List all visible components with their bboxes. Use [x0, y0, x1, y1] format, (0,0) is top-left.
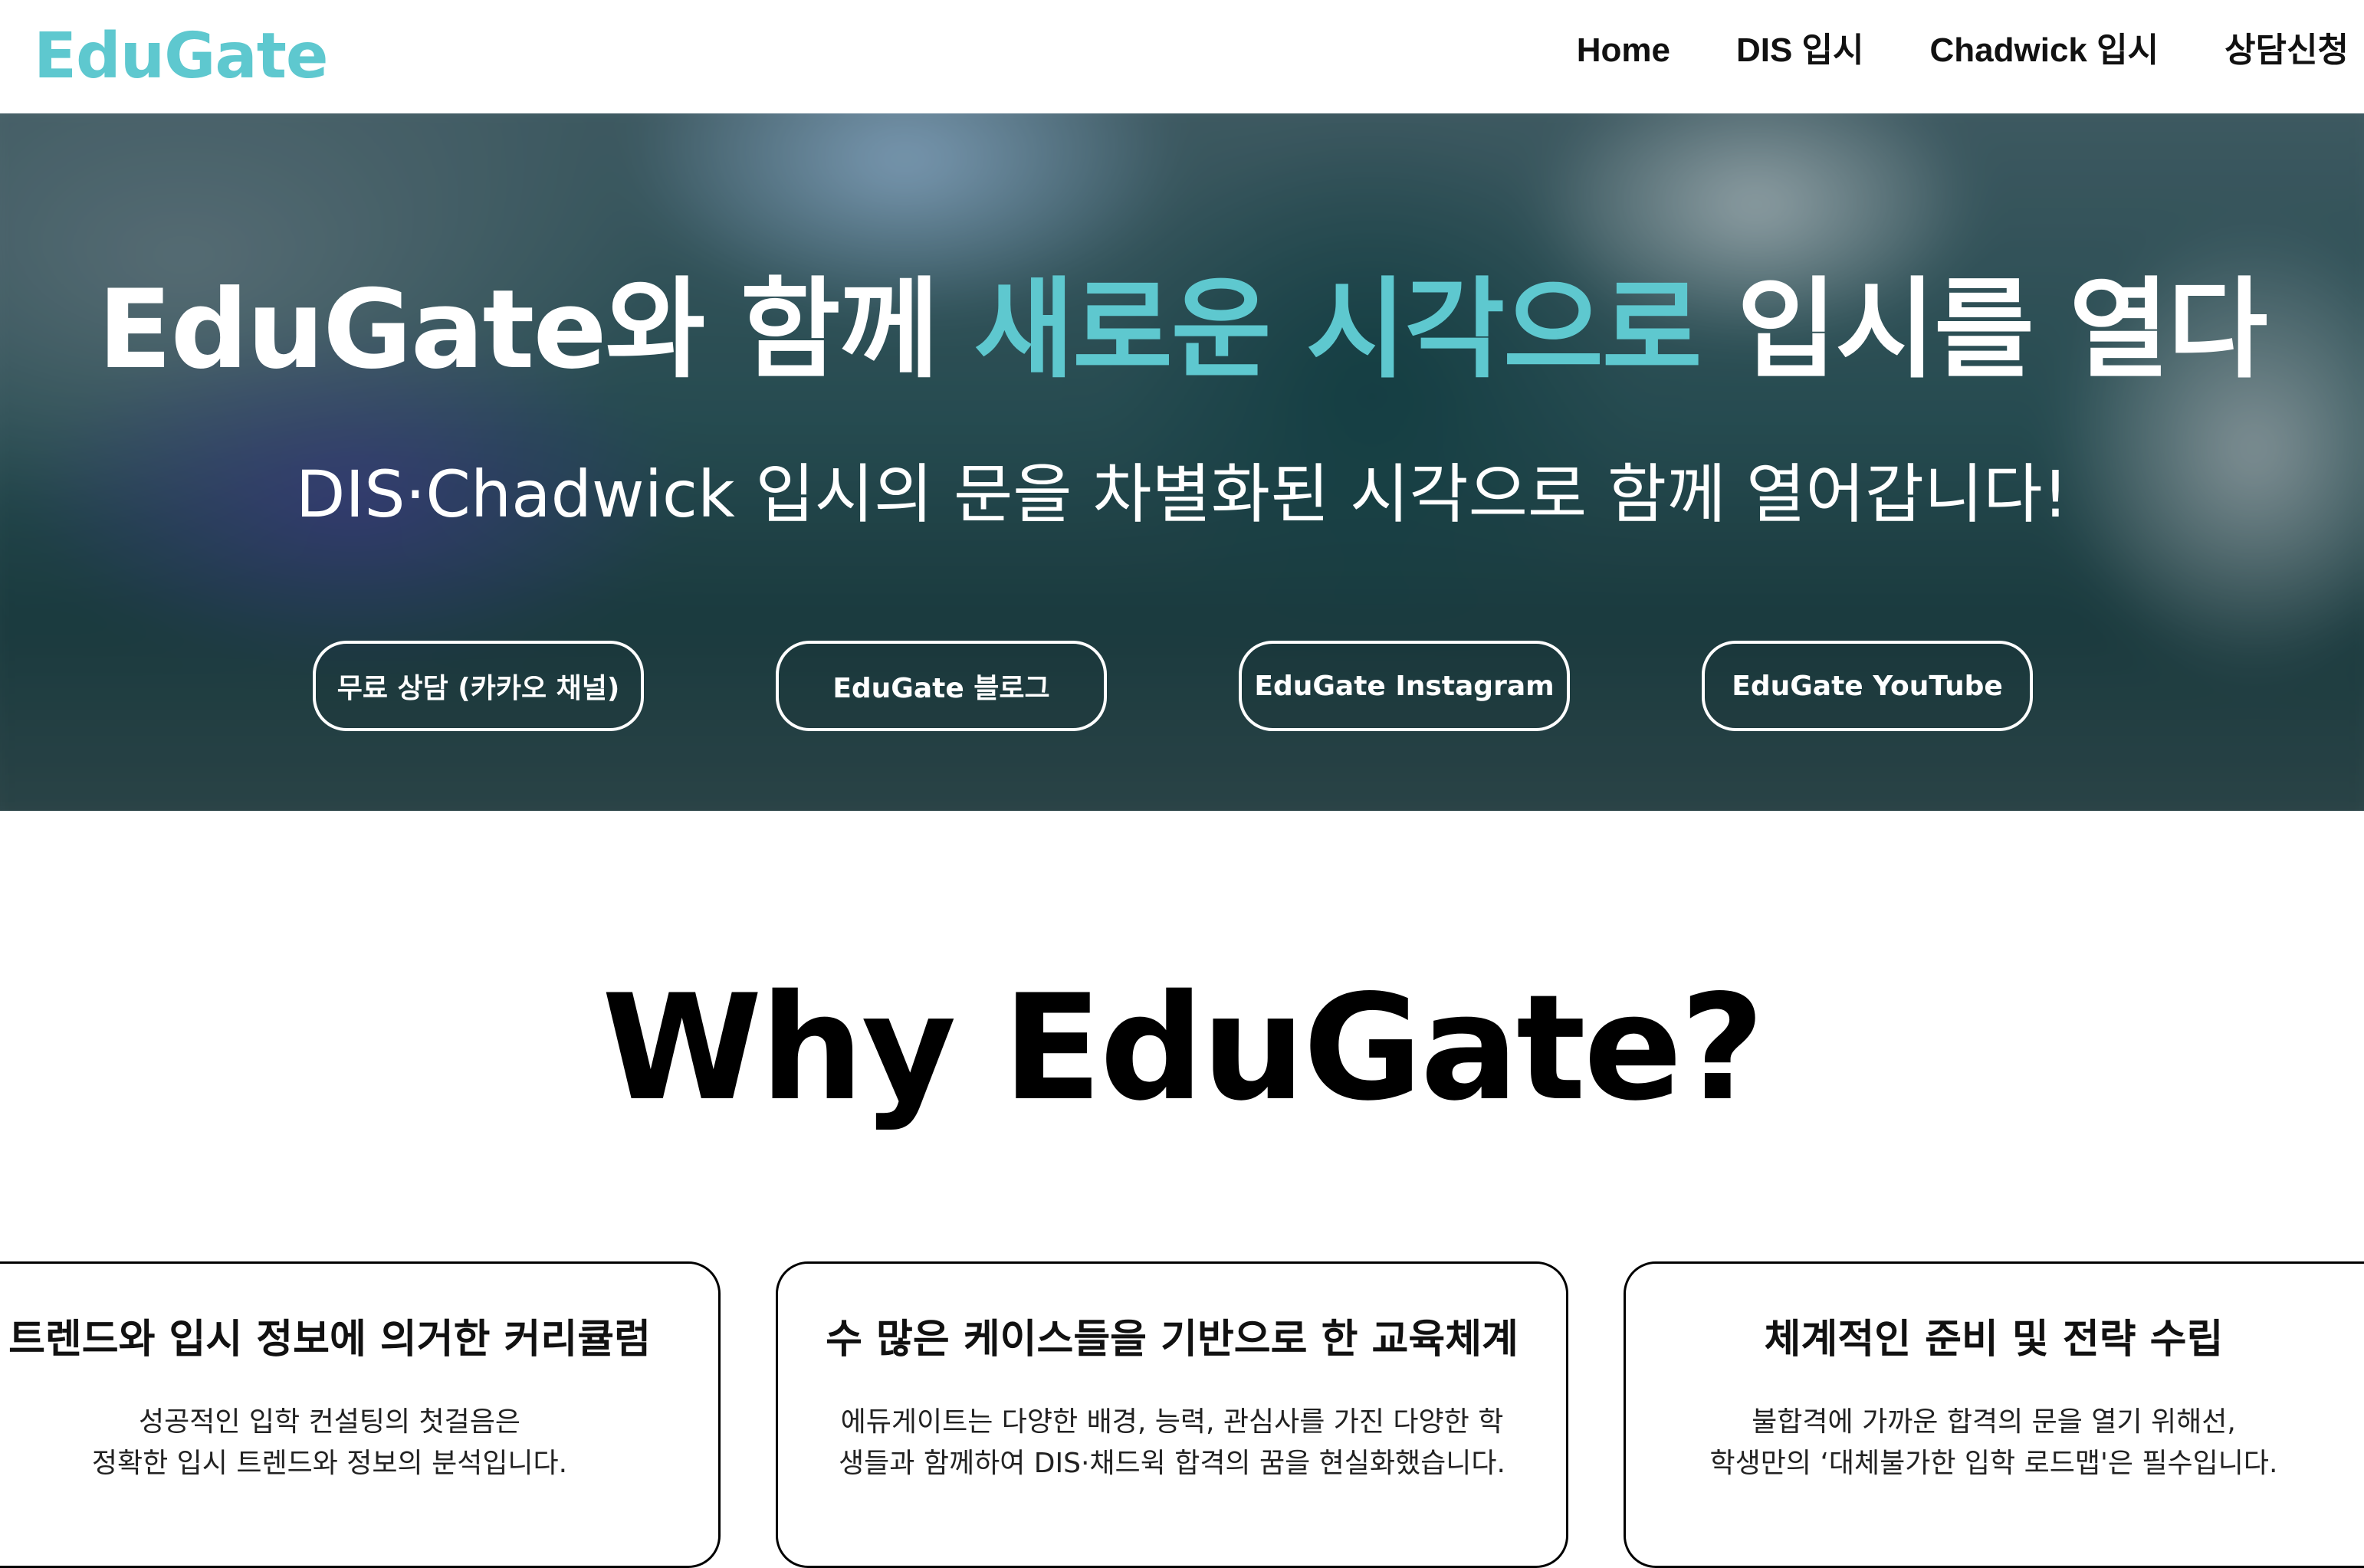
- site-logo[interactable]: EduGate: [34, 18, 329, 95]
- card-title: 체계적인 준비 및 전략 수립: [1764, 1317, 2224, 1363]
- nav-item-consultation[interactable]: 상담신청: [2224, 28, 2349, 74]
- why-section-title: Why EduGate?: [602, 963, 1765, 1133]
- card-description: 성공적인 입학 컨설팅의 첫걸음은 정확한 입시 트렌드와 정보의 분석입니다.: [0, 1402, 718, 1484]
- blog-button[interactable]: EduGate 블로그: [776, 641, 1107, 731]
- card-description-line: 생들과 함께하여 DIS·채드윅 합격의 꿈을 현실화했습니다.: [839, 1448, 1505, 1479]
- nav-item-dis-admission[interactable]: DIS 입시: [1736, 28, 1864, 74]
- main-nav: Home DIS 입시 Chadwick 입시 상담신청: [1577, 28, 2349, 74]
- feature-card-strategy: 체계적인 준비 및 전략 수립 불합격에 가까운 합격의 문을 열기 위해선, …: [1624, 1261, 2364, 1568]
- card-title: 트렌드와 입시 정보에 의거한 커리큘럼: [8, 1317, 651, 1363]
- card-description-line: 정확한 입시 트렌드와 정보의 분석입니다.: [91, 1448, 568, 1479]
- card-description-line: 성공적인 입학 컨설팅의 첫걸음은: [138, 1406, 520, 1438]
- hero-subtitle: DIS·Chadwick 입시의 문을 차별화된 시각으로 함께 열어갑니다!: [295, 457, 2069, 532]
- hero-title-highlight: 새로운 시각으로: [974, 267, 1702, 393]
- feature-card-curriculum: 트렌드와 입시 정보에 의거한 커리큘럼 성공적인 입학 컨설팅의 첫걸음은 정…: [0, 1261, 721, 1568]
- instagram-button[interactable]: EduGate Instagram: [1239, 641, 1570, 731]
- hero-title: EduGate와 함께 새로운 시각으로 입시를 열다: [0, 265, 2364, 395]
- hero-section: EduGate와 함께 새로운 시각으로 입시를 열다 DIS·Chadwick…: [0, 113, 2364, 811]
- card-title: 수 많은 케이스들을 기반으로 한 교육체계: [826, 1317, 1519, 1363]
- youtube-button[interactable]: EduGate YouTube: [1702, 641, 2033, 731]
- hero-title-part2: 입시를 열다: [1700, 267, 2268, 393]
- hero-title-part1: EduGate와 함께: [97, 267, 974, 393]
- card-description-line: 학생만의 ‘대체불가한 입학 로드맵'은 필수입니다.: [1709, 1448, 2278, 1479]
- card-description: 에듀게이트는 다양한 배경, 능력, 관심사를 가진 다양한 학 생들과 함께하…: [778, 1402, 1566, 1484]
- kakao-consult-button[interactable]: 무료 상담 (카카오 채널): [313, 641, 644, 731]
- card-description-line: 불합격에 가까운 합격의 문을 열기 위해선,: [1752, 1406, 2236, 1438]
- feature-card-education-system: 수 많은 케이스들을 기반으로 한 교육체계 에듀게이트는 다양한 배경, 능력…: [776, 1261, 1568, 1568]
- nav-item-chadwick-admission[interactable]: Chadwick 입시: [1930, 28, 2159, 74]
- card-description: 불합격에 가까운 합격의 문을 열기 위해선, 학생만의 ‘대체불가한 입학 로…: [1626, 1402, 2362, 1484]
- nav-item-home[interactable]: Home: [1577, 28, 1670, 74]
- site-header: EduGate Home DIS 입시 Chadwick 입시 상담신청: [0, 0, 2364, 113]
- card-description-line: 에듀게이트는 다양한 배경, 능력, 관심사를 가진 다양한 학: [840, 1406, 1504, 1438]
